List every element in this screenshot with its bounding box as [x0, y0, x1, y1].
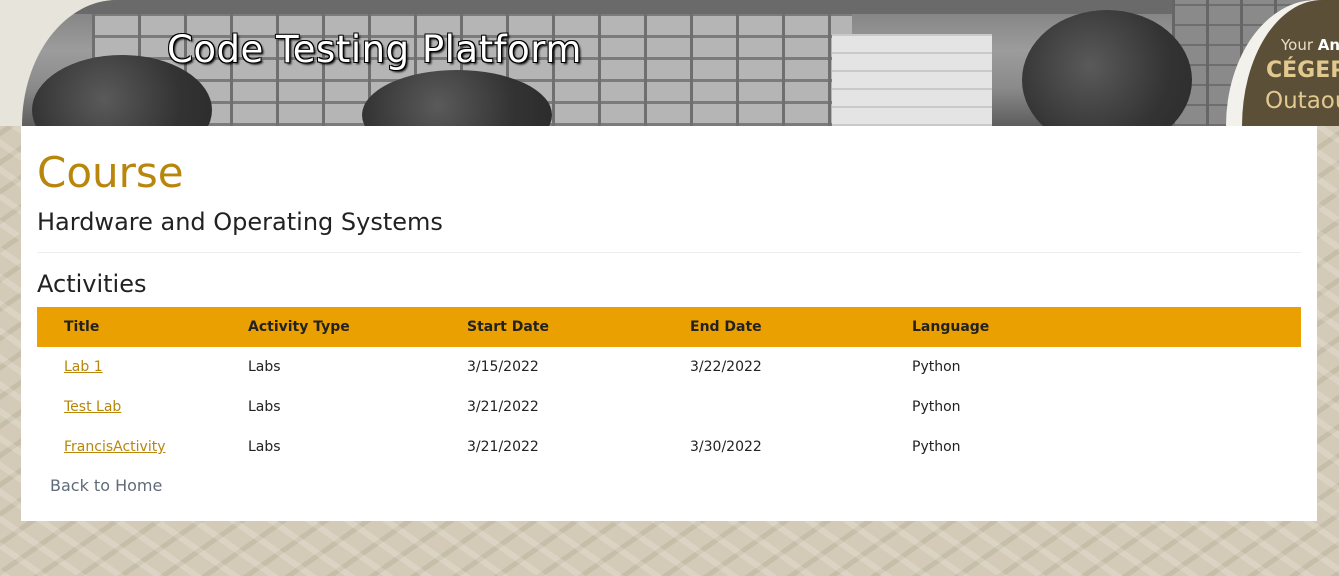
logo-tagline: Your An [1281, 36, 1339, 54]
cell-language: Python [912, 399, 961, 415]
column-header-activity-type: Activity Type [248, 319, 350, 335]
column-header-title: Title [64, 319, 100, 335]
content-panel: Course Hardware and Operating Systems Ac… [21, 126, 1317, 521]
table-row: Test Lab Labs 3/21/2022 Python [37, 387, 1301, 427]
column-header-language: Language [912, 319, 990, 335]
cell-title: Lab 1 [37, 347, 248, 387]
cell-start-date: 3/21/2022 [467, 439, 539, 455]
cell-activity-type: Labs [248, 359, 281, 375]
divider [37, 252, 1301, 253]
column-header-end-date: End Date [690, 319, 762, 335]
cell-activity-type: Labs [248, 439, 281, 455]
cell-title: FrancisActivity [37, 427, 248, 467]
banner-photo-band [22, 0, 1172, 14]
cell-end-date [690, 387, 912, 427]
activities-table: Title Activity Type Start Date End Date … [37, 307, 1301, 467]
back-to-home-link[interactable]: Back to Home [50, 476, 162, 495]
activity-link-lab-1[interactable]: Lab 1 [64, 359, 103, 375]
logo-name: CÉGEP [1266, 58, 1339, 83]
column-header-start-date: Start Date [467, 319, 549, 335]
banner-tree [1022, 10, 1192, 126]
cell-start-date: 3/15/2022 [467, 359, 539, 375]
header-banner: Code Testing Platform Your An CÉGEP Outa… [0, 0, 1339, 126]
activity-link-francis-activity[interactable]: FrancisActivity [64, 439, 165, 455]
table-header-row: Title Activity Type Start Date End Date … [37, 307, 1301, 347]
banner-building-wall [832, 34, 992, 126]
cell-end-date: 3/30/2022 [690, 439, 762, 455]
logo-tagline-bold: An [1317, 36, 1339, 54]
cell-title: Test Lab [37, 387, 248, 427]
course-name: Hardware and Operating Systems [37, 208, 443, 236]
cell-language: Python [912, 439, 961, 455]
cell-end-date: 3/22/2022 [690, 359, 762, 375]
logo-tagline-prefix: Your [1281, 36, 1318, 54]
cell-language: Python [912, 359, 961, 375]
cell-activity-type: Labs [248, 399, 281, 415]
activity-link-test-lab[interactable]: Test Lab [64, 399, 121, 415]
table-row: FrancisActivity Labs 3/21/2022 3/30/2022… [37, 427, 1301, 467]
logo-region: Outaou [1265, 88, 1339, 114]
activities-heading: Activities [37, 270, 147, 298]
cell-start-date: 3/21/2022 [467, 399, 539, 415]
page-title: Course [37, 148, 184, 197]
table-row: Lab 1 Labs 3/15/2022 3/22/2022 Python [37, 347, 1301, 387]
site-title: Code Testing Platform [167, 28, 582, 71]
